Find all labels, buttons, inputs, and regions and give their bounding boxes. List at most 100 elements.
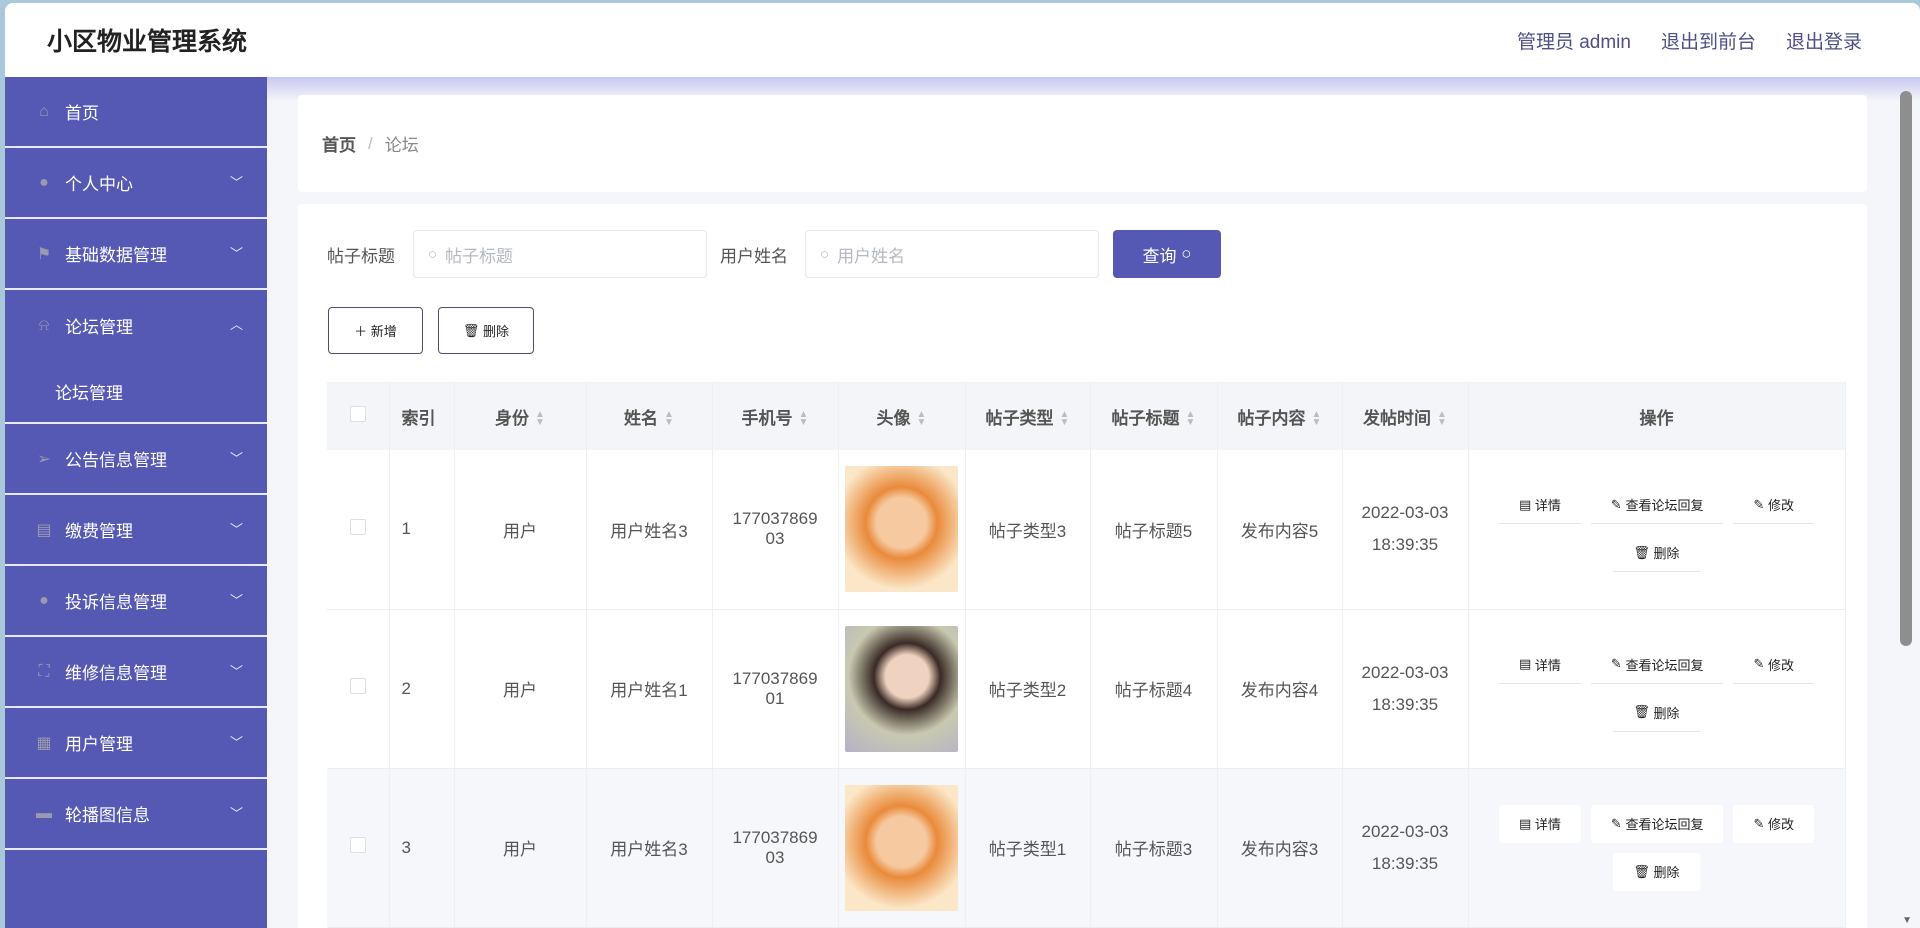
fullscreen-icon: ⛶ <box>38 662 50 680</box>
date: 2022-03-03 <box>1361 662 1449 682</box>
view-replies-button[interactable]: ✎ 查看论坛回复 <box>1590 645 1724 684</box>
cell-type: 帖子类型1 <box>965 768 1091 928</box>
avatar-image[interactable] <box>845 625 958 752</box>
bell-off-icon: ⍾ <box>38 316 50 334</box>
edit-icon: ✎ <box>1753 496 1768 512</box>
col-name[interactable]: 姓名 ▲ ▼ <box>586 382 713 450</box>
batch-delete-button[interactable]: 🗑 删除 <box>438 307 534 354</box>
sidebar-item-carousel[interactable]: ▬ 轮播图信息 ﹀ <box>5 779 267 850</box>
cell-phone: 177037869 03 <box>712 768 839 928</box>
op-label: 删除 <box>1653 546 1680 562</box>
detail-button[interactable]: ▤ 详情 <box>1499 645 1581 684</box>
op-label: 修改 <box>1767 657 1794 673</box>
breadcrumb: 首页 / 论坛 <box>298 95 1867 192</box>
delete-label: 删除 <box>483 324 510 339</box>
detail-button[interactable]: ▤ 详情 <box>1499 486 1581 525</box>
col-phone[interactable]: 手机号 ▲ ▼ <box>712 382 839 450</box>
edit-icon: ✎ <box>1753 815 1768 831</box>
sidebar-item-label: 首页 <box>65 104 99 123</box>
sidebar-item-basic-data[interactable]: ⚑ 基础数据管理 ﹀ <box>5 219 267 290</box>
col-role[interactable]: 身份 ▲ ▼ <box>454 382 587 450</box>
avatar-image[interactable] <box>845 466 958 593</box>
sidebar-item-forum[interactable]: ⍾ 论坛管理 ︿ <box>5 290 267 361</box>
sidebar-item-payment[interactable]: ▤ 缴费管理 ﹀ <box>5 495 267 566</box>
col-avatar[interactable]: 头像 ▲ ▼ <box>838 382 966 450</box>
sort-icon[interactable]: ▲ ▼ <box>799 410 809 428</box>
col-title[interactable]: 帖子标题 ▲ ▼ <box>1090 382 1218 450</box>
row-checkbox[interactable] <box>349 518 366 535</box>
sidebar-item-home[interactable]: ⌂ 首页 <box>5 77 267 148</box>
top-header: 小区物业管理系统 管理员 admin 退出到前台 退出登录 <box>5 3 1920 77</box>
col-index: 索引 <box>389 382 455 450</box>
sort-icon[interactable]: ▲ ▼ <box>664 410 674 428</box>
sidebar-item-notice[interactable]: ➢ 公告信息管理 ﹀ <box>5 424 267 495</box>
sidebar-item-profile[interactable]: ● 个人中心 ﹀ <box>5 148 267 219</box>
sidebar-subitem-forum[interactable]: 论坛管理 <box>5 361 267 424</box>
phone-part: 01 <box>765 688 785 708</box>
detail-button[interactable]: ▤ 详情 <box>1499 804 1581 843</box>
exit-to-front-link[interactable]: 退出到前台 <box>1661 27 1756 54</box>
edit-button[interactable]: ✎ 修改 <box>1733 486 1814 525</box>
sort-icon[interactable]: ▲ ▼ <box>1186 410 1196 428</box>
sort-icon[interactable]: ▲ ▼ <box>1437 410 1447 428</box>
delete-button[interactable]: 🗑 删除 <box>1613 852 1700 891</box>
placeholder: 用户姓名 <box>837 246 906 266</box>
delete-button[interactable]: 🗑 删除 <box>1613 534 1700 573</box>
breadcrumb-home[interactable]: 首页 <box>322 131 356 156</box>
avatar-image[interactable] <box>845 784 958 911</box>
cell-time: 2022-03-03 18:39:35 <box>1342 450 1469 610</box>
sidebar-item-label: 缴费管理 <box>65 522 133 541</box>
col-content[interactable]: 帖子内容 ▲ ▼ <box>1217 382 1343 450</box>
placeholder: 帖子标题 <box>445 246 514 266</box>
sort-icon[interactable]: ▲ ▼ <box>1060 410 1070 428</box>
row-checkbox[interactable] <box>349 837 366 853</box>
sort-icon[interactable]: ▲ ▼ <box>1312 410 1322 428</box>
sidebar-item-users[interactable]: ▦ 用户管理 ﹀ <box>5 708 267 779</box>
add-button[interactable]: ＋ 新增 <box>328 307 423 354</box>
col-time[interactable]: 发帖时间 ▲ ▼ <box>1342 382 1469 450</box>
breadcrumb-separator: / <box>368 133 373 153</box>
date: 2022-03-03 <box>1361 821 1449 841</box>
query-button[interactable]: 查询 ○ <box>1113 230 1221 278</box>
monitor-icon: ▬ <box>36 804 52 822</box>
cell-type: 帖子类型2 <box>965 609 1091 769</box>
sidebar-item-complaint[interactable]: ● 投诉信息管理 ﹀ <box>5 566 267 637</box>
forum-table: 索引 身份 ▲ ▼ 姓名 ▲ ▼ 手机号 ▲ ▼ 头像 ▲ ▼ 帖子类型 ▲ ▼ 帖子标题 ▲ ▼ 帖子… <box>327 382 1846 928</box>
cell-title: 帖子标题5 <box>1090 450 1218 610</box>
user-name-input[interactable]: ○ 用户姓名 <box>805 230 1099 278</box>
cell-role: 用户 <box>454 609 587 769</box>
phone-part: 03 <box>765 529 785 549</box>
view-replies-button[interactable]: ✎ 查看论坛回复 <box>1590 486 1724 525</box>
select-all-checkbox[interactable] <box>349 405 366 422</box>
time: 18:39:35 <box>1371 853 1439 873</box>
cell-time: 2022-03-03 18:39:35 <box>1342 768 1469 928</box>
admin-user-label[interactable]: 管理员 admin <box>1517 27 1631 54</box>
cell-title: 帖子标题3 <box>1090 768 1218 928</box>
edit-button[interactable]: ✎ 修改 <box>1733 804 1814 843</box>
document-icon: ▤ <box>1519 656 1535 671</box>
post-title-input[interactable]: ○ 帖子标题 <box>413 230 707 278</box>
scrollbar[interactable] <box>1900 91 1912 646</box>
sidebar-item-repair[interactable]: ⛶ 维修信息管理 ﹀ <box>5 637 267 708</box>
op-label: 查看论坛回复 <box>1625 817 1704 832</box>
chevron-down-icon: ﹀ <box>229 246 243 261</box>
cell-time: 2022-03-03 18:39:35 <box>1342 609 1469 769</box>
cell-name: 用户姓名1 <box>586 609 713 769</box>
op-label: 删除 <box>1653 705 1680 721</box>
sort-icon[interactable]: ▲ ▼ <box>917 410 927 428</box>
phone-part: 177037869 <box>732 668 818 688</box>
view-replies-button[interactable]: ✎ 查看论坛回复 <box>1590 804 1724 843</box>
delete-button[interactable]: 🗑 删除 <box>1613 693 1700 732</box>
row-checkbox[interactable] <box>349 678 366 694</box>
col-type[interactable]: 帖子类型 ▲ ▼ <box>965 382 1091 450</box>
main-panel: 帖子标题 ○ 帖子标题 用户姓名 ○ 用户姓名 查询 ○ ＋ 新增 🗑 删除 索引 … <box>298 204 1867 928</box>
sort-icon[interactable]: ▲ ▼ <box>535 410 545 428</box>
op-label: 删除 <box>1653 865 1680 880</box>
scroll-down-arrow[interactable]: ▼ <box>1902 915 1912 926</box>
cell-actions: ▤ 详情 ✎ 查看论坛回复 ✎ 修改 🗑 删除 <box>1468 609 1846 769</box>
table-row: 3 用户 用户姓名3 177037869 03 帖子类型1 帖子标题3 发布内容3… <box>327 768 1846 928</box>
logout-link[interactable]: 退出登录 <box>1786 27 1862 54</box>
user-icon: ● <box>39 173 49 191</box>
edit-button[interactable]: ✎ 修改 <box>1733 645 1814 684</box>
cell-phone: 177037869 01 <box>712 609 839 769</box>
